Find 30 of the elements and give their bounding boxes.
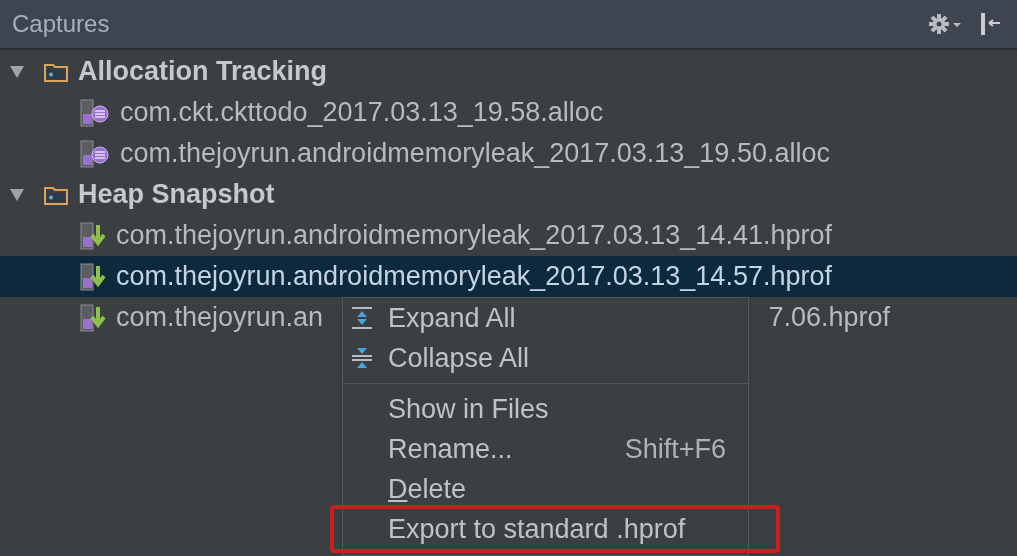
heap-dump-file-icon <box>80 261 106 292</box>
panel-title: Captures <box>12 9 110 39</box>
folder-icon <box>44 184 68 205</box>
file-name: com.thejoyrun.androidmemoryleak_2017.03.13_14.41.hprof <box>116 219 832 253</box>
expand-all-icon <box>351 306 373 330</box>
menu-item[interactable]: Export to standard .hprof <box>343 509 748 549</box>
folder-icon <box>44 61 68 82</box>
menu-item[interactable]: Show in Files <box>343 389 748 429</box>
heap-dump-file-icon <box>80 220 106 251</box>
group-label: Heap Snapshot <box>78 178 275 212</box>
settings-icon[interactable] <box>929 13 963 35</box>
expand-arrow-icon[interactable] <box>10 65 26 78</box>
menu-item[interactable]: Rename... Shift+F6 <box>343 429 748 469</box>
menu-item[interactable]: Expand All <box>343 298 748 338</box>
menu-item[interactable]: Collapse All <box>343 338 748 378</box>
heap-dump-file-icon <box>80 302 106 333</box>
file-name: 7.06.hprof <box>768 301 890 335</box>
file-name: com.thejoyrun.an <box>116 301 324 335</box>
file-name: com.thejoyrun.androidmemoryleak_2017.03.13_14.57.hprof <box>116 260 832 294</box>
pin-left-icon[interactable] <box>979 12 1001 36</box>
expand-arrow-icon[interactable] <box>10 188 26 201</box>
allocation-file-icon <box>80 97 110 128</box>
file-name: com.ckt.ckttodo_2017.03.13_19.58.alloc <box>120 96 604 130</box>
allocation-file-icon <box>80 138 110 169</box>
group-label: Allocation Tracking <box>78 55 328 89</box>
shortcut-label: Shift+F6 <box>624 432 726 466</box>
menu-item[interactable]: Delete <box>343 469 748 509</box>
collapse-all-icon <box>351 346 373 370</box>
selected-tree-row[interactable]: com.thejoyrun.androidmemoryleak_2017.03.13_14.57.hprof <box>0 256 1017 297</box>
file-name: com.thejoyrun.androidmemoryleak_2017.03.13_19.50.alloc <box>120 137 830 171</box>
